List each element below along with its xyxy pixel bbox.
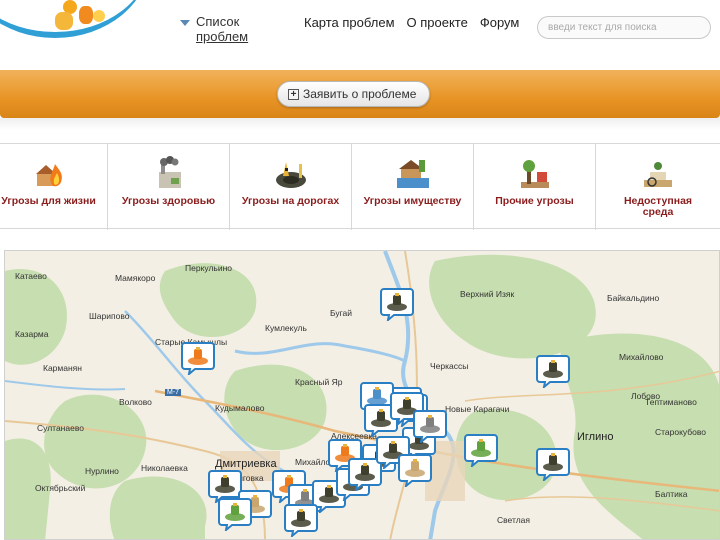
road-marker-pin[interactable] [536,354,570,388]
smoke-factory-icon [158,156,181,188]
other-marker-icon [464,434,498,467]
place-label: Мамякоро [115,273,156,283]
place-label: Катаево [15,271,47,281]
place-label: Султанаево [37,423,84,433]
place-label: Кумлекуль [265,323,307,333]
report-problem-label: Заявить о проблеме [303,87,417,101]
place-label: Волково [119,397,152,407]
category-strip: Угрозы для жизни Угрозы здоровью Угрозы … [0,143,720,230]
other-marker-pin[interactable] [218,497,252,531]
nav-forum[interactable]: Форум [480,15,520,30]
place-label: Байкальдино [607,293,660,303]
category-label: Прочие угрозы [495,195,574,207]
flood-house-icon [396,160,429,188]
band-shadow [0,118,720,130]
problem-map[interactable]: Катаево Мамякоро Перкульино Шарипово Каз… [4,250,720,540]
road-marker-icon [284,504,318,537]
nav-problem-map[interactable]: Карта проблем [304,15,395,30]
place-label-city: Иглино [577,431,614,443]
problem-list-label-line2[interactable]: проблем [196,29,248,44]
top-nav: Карта проблем О проекте Форум [304,15,519,30]
road-marker-icon [536,448,570,481]
fire-marker-icon [181,342,215,375]
place-label: Кудымалово [215,403,265,413]
place-label: Казарма [15,329,49,339]
category-other-threats[interactable]: Прочие угрозы [474,144,596,230]
road-marker-icon [380,288,414,321]
problem-list-label-line1: Список [196,14,240,29]
place-label: Перкульино [185,263,232,273]
category-life-threats[interactable]: Угрозы для жизни [0,144,108,230]
road-marker-pin[interactable] [284,503,318,537]
problem-list-toggle[interactable]: Список проблем [180,14,260,46]
highway-badge: М-7 [165,389,182,396]
place-label: Балтика [655,489,688,499]
smoke-marker-pin[interactable] [413,409,447,443]
wheelchair-icon [644,162,672,187]
category-label: Угрозы для жизни [1,195,96,207]
place-label: Красный Яр [295,377,343,387]
category-property-threats[interactable]: Угрозы имуществу [352,144,474,230]
place-label: Верхний Изяк [460,289,515,299]
smoke-marker-icon [413,410,447,443]
place-label: Светлая [497,515,530,525]
category-health-threats[interactable]: Угрозы здоровью [108,144,230,230]
triangle-down-icon [180,20,190,26]
place-label: Михайлово [619,352,664,362]
search-input[interactable] [537,16,711,39]
road-marker-pin[interactable] [380,287,414,321]
fire-threat-icon [35,164,62,187]
category-inaccessible-environment[interactable]: Недоступная среда [596,144,720,230]
report-problem-button[interactable]: + Заявить о проблеме [277,81,430,107]
wheelchair-marker-icon [398,454,432,487]
place-label: Старокубово [655,427,707,437]
wheelchair-marker-pin[interactable] [398,453,432,487]
other-marker-icon [218,498,252,531]
place-label: Карманян [43,363,82,373]
place-label: Новые Карагачи [445,404,510,414]
place-label: Нурлино [85,466,119,476]
road-pothole-icon [275,162,306,188]
fire-marker-pin[interactable] [181,341,215,375]
place-label: Тептиманово [645,397,697,407]
logo-people-icon [55,0,115,30]
place-label: Бугай [330,308,353,318]
category-label: Угрозы имуществу [363,195,462,207]
road-marker-pin[interactable] [536,447,570,481]
place-label: Черкассы [430,361,469,371]
header: Список проблем Карта проблем О проекте Ф… [0,0,720,68]
category-label: Угрозы здоровью [121,195,216,207]
plus-icon: + [288,89,299,100]
road-marker-icon [536,355,570,388]
place-label: Октябрьский [35,483,86,493]
logo[interactable] [0,0,150,40]
category-label: Недоступная среда [623,195,693,218]
category-road-threats[interactable]: Угрозы на дорогах [230,144,352,230]
place-label: Николаевка [141,463,188,473]
nav-about[interactable]: О проекте [407,15,468,30]
tree-threat-icon [520,160,549,188]
category-label: Угрозы на дорогах [241,195,340,207]
other-marker-pin[interactable] [464,433,498,467]
place-label: Шарипово [89,311,130,321]
